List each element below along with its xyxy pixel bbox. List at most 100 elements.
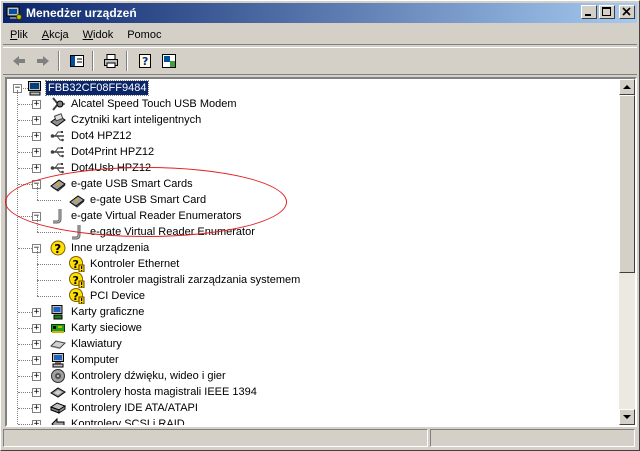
expander-dot4usb-hpz12[interactable]: +: [32, 164, 41, 173]
tree-root[interactable]: FBB32CF08FF9484: [27, 80, 150, 96]
ieee1394-icon: [50, 384, 66, 400]
status-panel-1: [3, 429, 428, 447]
smartcard-icon: [50, 176, 66, 192]
warning-device-icon: ?: [69, 256, 85, 273]
tree-item-label: Komputer: [71, 354, 119, 366]
tree-item-label: e-gate Virtual Reader Enumerators: [71, 210, 242, 222]
properties-icon: [161, 54, 176, 68]
svg-text:?: ?: [54, 242, 61, 256]
expander-kontrolery-hosta-magistrali-ieee-1394[interactable]: +: [32, 388, 41, 397]
tree-item-label: Karty graficzne: [71, 306, 145, 318]
tree-item-label: e-gate USB Smart Cards: [71, 178, 193, 190]
tree-item-komputer[interactable]: Komputer: [50, 352, 121, 368]
vertical-scrollbar[interactable]: [619, 79, 635, 425]
reader-enum-icon: [69, 224, 85, 240]
smartcard-reader-icon: [50, 112, 66, 128]
tree-item-label: Klawiatury: [71, 338, 122, 350]
expander-klawiatury[interactable]: +: [32, 340, 41, 349]
expander-dot4-hpz12[interactable]: +: [32, 132, 41, 141]
tree-item-karty-sieciowe[interactable]: Karty sieciowe: [50, 320, 144, 336]
tree-item-e-gate-usb-smart-card[interactable]: e-gate USB Smart Card: [69, 192, 208, 208]
computer-icon: [50, 352, 66, 368]
scroll-down-icon: [623, 415, 631, 419]
back-icon: [12, 56, 25, 66]
properties-button[interactable]: [157, 50, 180, 72]
expander-alcatel-speed-touch-usb-modem[interactable]: +: [32, 100, 41, 109]
tree-item-label: Kontroler magistrali zarządzania systeme…: [90, 274, 301, 286]
device-tree-pane: − FBB32CF08FF9484 + Alcatel Speed Touch U…: [5, 77, 637, 427]
expander-kontrolery-dzwieku-wideo-i-gier[interactable]: +: [32, 372, 41, 381]
console-tree-button[interactable]: [65, 50, 88, 72]
expander-kontrolery-scsi-i-raid[interactable]: +: [32, 420, 41, 425]
tree-item-karty-graficzne[interactable]: Karty graficzne: [50, 304, 146, 320]
modem-icon: [50, 96, 66, 112]
expander-komputer[interactable]: +: [32, 356, 41, 365]
tree-root-label: FBB32CF08FF9484: [44, 80, 150, 96]
ide-icon: [49, 400, 67, 416]
menu-pomoc[interactable]: Pomoc: [120, 29, 168, 41]
tree-item-label: Inne urządzenia: [71, 242, 150, 254]
unknown-device-icon: ?: [50, 240, 66, 256]
print-button[interactable]: [99, 50, 122, 72]
help-button[interactable]: ?: [133, 50, 156, 72]
maximize-button[interactable]: [599, 5, 615, 19]
expander-karty-sieciowe[interactable]: +: [32, 324, 41, 333]
minimize-button[interactable]: [581, 5, 597, 19]
tree-item-klawiatury[interactable]: Klawiatury: [50, 336, 124, 352]
tree-item-e-gate-virtual-reader-enumerator[interactable]: e-gate Virtual Reader Enumerator: [69, 224, 257, 240]
menu-bar: Plik Akcja Widok Pomoc: [3, 25, 637, 45]
forward-button[interactable]: [31, 50, 54, 72]
expander-dot4print-hpz12[interactable]: +: [32, 148, 41, 157]
tree-item-dot4-hpz12[interactable]: Dot4 HPZ12: [50, 128, 134, 144]
svg-text:?: ?: [142, 55, 148, 68]
expander-czytniki-kart-inteligentnych[interactable]: +: [32, 116, 41, 125]
display-adapter-icon: [50, 304, 66, 320]
tree-item-dot4print-hpz12[interactable]: Dot4Print HPZ12: [50, 144, 156, 160]
tree-item-dot4usb-hpz12[interactable]: Dot4Usb HPZ12: [50, 160, 153, 176]
menu-akcja[interactable]: Akcja: [35, 29, 76, 41]
tree-item-label: Kontrolery IDE ATA/ATAPI: [71, 402, 198, 414]
menu-widok[interactable]: Widok: [76, 29, 121, 41]
title-bar[interactable]: Menedżer urządzeń: [3, 3, 637, 23]
tree-item-kontrolery-scsi-i-raid[interactable]: Kontrolery SCSI i RAID: [50, 416, 187, 425]
expander-kontrolery-ide-ata-atapi[interactable]: +: [32, 404, 41, 413]
tree-item-e-gate-usb-smart-cards[interactable]: e-gate USB Smart Cards: [50, 176, 195, 192]
scroll-up-button[interactable]: [619, 79, 635, 95]
device-tree[interactable]: − FBB32CF08FF9484 + Alcatel Speed Touch U…: [7, 79, 621, 425]
scroll-down-button[interactable]: [619, 409, 635, 425]
svg-text:?: ?: [73, 290, 79, 303]
forward-icon: [36, 56, 49, 66]
sound-icon: [50, 368, 66, 384]
reader-enum-icon: [50, 208, 66, 224]
minimize-icon: [585, 14, 591, 16]
tree-item-e-gate-virtual-reader-enumerators[interactable]: e-gate Virtual Reader Enumerators: [50, 208, 243, 224]
status-bar: [3, 429, 637, 449]
tree-item-kontrolery-dzwieku-wideo-i-gier[interactable]: Kontrolery dźwięku, wideo i gier: [50, 368, 228, 384]
close-button[interactable]: [619, 5, 635, 19]
back-button[interactable]: [7, 50, 30, 72]
scroll-thumb[interactable]: [619, 95, 635, 273]
tree-item-label: Alcatel Speed Touch USB Modem: [71, 98, 237, 110]
svg-text:?: ?: [73, 258, 79, 271]
close-icon: [622, 7, 631, 16]
tree-item-pci-device[interactable]: ? PCI Device: [69, 288, 147, 305]
tree-item-label: Czytniki kart inteligentnych: [71, 114, 202, 126]
tree-item-label: Kontroler Ethernet: [90, 258, 180, 270]
device-manager-window: Menedżer urządzeń Plik Akcja Widok Pomoc: [0, 0, 640, 451]
status-panel-2: [430, 429, 635, 447]
tree-item-kontroler-magistrali-zarzadzania-systemem[interactable]: ? Kontroler magistrali zarządzania system…: [69, 272, 302, 289]
tree-item-kontrolery-hosta-magistrali-ieee-1394[interactable]: Kontrolery hosta magistrali IEEE 1394: [50, 384, 259, 400]
computer-icon: [27, 80, 43, 96]
tree-item-kontrolery-ide-ata-atapi[interactable]: Kontrolery IDE ATA/ATAPI: [49, 400, 200, 416]
print-icon: [103, 54, 118, 68]
tree-item-inne-urzadzenia[interactable]: ? Inne urządzenia: [50, 240, 151, 256]
tree-item-alcatel-speed-touch-usb-modem[interactable]: Alcatel Speed Touch USB Modem: [50, 96, 239, 112]
menu-plik[interactable]: Plik: [3, 29, 35, 41]
tree-item-czytniki-kart-inteligentnych[interactable]: Czytniki kart inteligentnych: [50, 112, 203, 128]
maximize-icon: [602, 7, 611, 16]
tree-item-label: e-gate Virtual Reader Enumerator: [90, 226, 255, 238]
expander-karty-graficzne[interactable]: +: [32, 308, 41, 317]
tree-item-kontroler-ethernet[interactable]: ? Kontroler Ethernet: [69, 256, 181, 273]
smartcard-icon: [69, 192, 85, 208]
tree-item-label: Karty sieciowe: [71, 322, 142, 334]
